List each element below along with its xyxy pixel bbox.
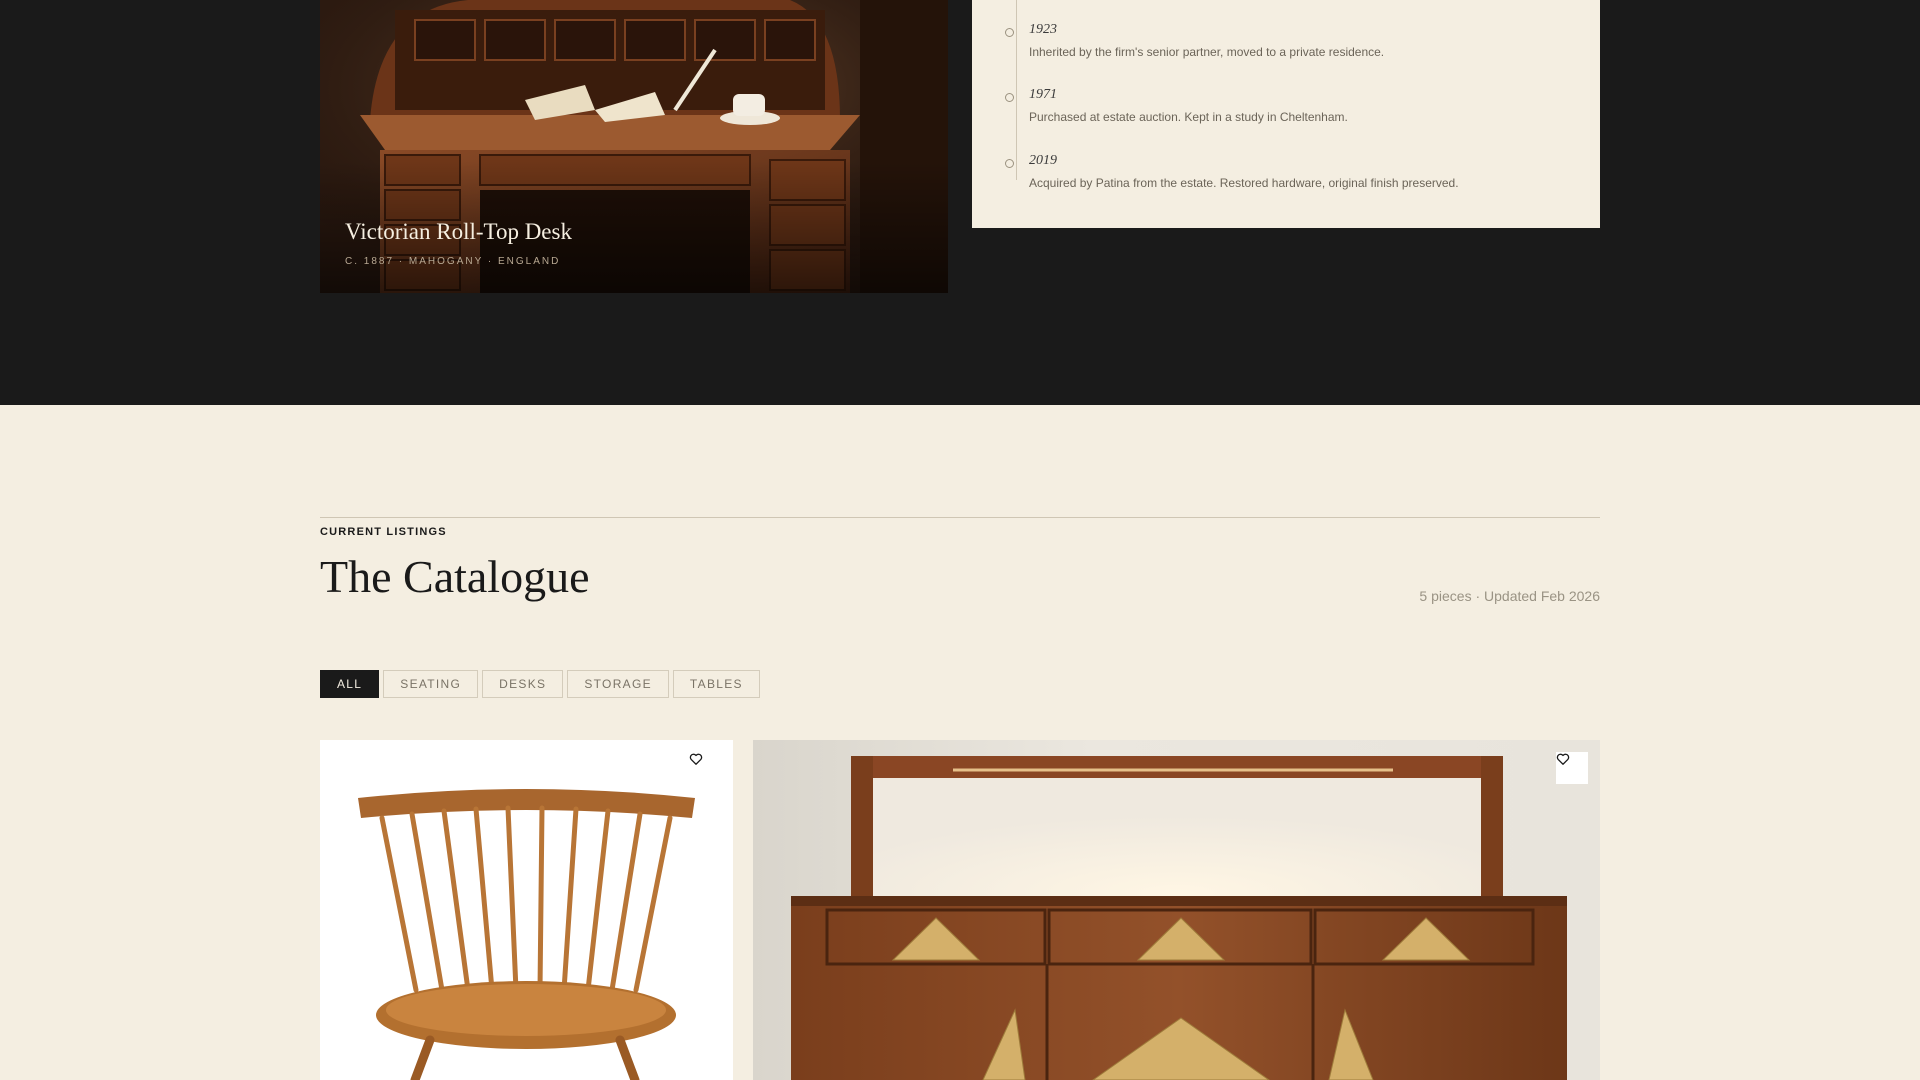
filter-desks[interactable]: DESKS [482, 670, 564, 698]
timeline-text: Inherited by the firm's senior partner, … [1029, 45, 1385, 59]
filter-storage[interactable]: STORAGE [567, 670, 669, 698]
roll-top-desk-image [320, 0, 948, 293]
heart-icon [1556, 753, 1570, 765]
timeline-dot [1005, 159, 1014, 168]
timeline-entry: 1971 Purchased at estate auction. Kept i… [1005, 87, 1348, 124]
feature-card[interactable]: Victorian Roll-Top Desk C. 1887 · MAHOGA… [320, 0, 948, 293]
section-eyebrow: CURRENT LISTINGS [320, 526, 447, 538]
timeline-year: 1971 [1029, 87, 1057, 102]
filter-all[interactable]: ALL [320, 670, 380, 698]
art-deco-cabinet-image [791, 756, 1567, 1080]
timeline-year: 2019 [1029, 153, 1057, 168]
feature-title: Victorian Roll-Top Desk [345, 219, 572, 244]
favorite-button[interactable] [689, 752, 721, 784]
timeline-text: Acquired by Patina from the estate. Rest… [1029, 176, 1459, 190]
product-card-chair[interactable] [320, 740, 733, 1080]
filter-tables[interactable]: TABLES [672, 670, 760, 698]
timeline-dot [1005, 93, 1014, 102]
feature-band [0, 0, 1920, 405]
timeline-dot [1005, 28, 1014, 37]
timeline-line [1016, 0, 1017, 180]
timeline-entry: 1923 Inherited by the firm's senior part… [1005, 22, 1385, 59]
product-card-cabinet[interactable] [753, 740, 1600, 1080]
section-divider [320, 517, 1600, 518]
heart-icon [689, 753, 703, 765]
timeline-year: 1923 [1029, 22, 1057, 37]
filter-seating[interactable]: SEATING [383, 670, 479, 698]
provenance-timeline: 1923 Inherited by the firm's senior part… [972, 0, 1600, 228]
timeline-text: Purchased at estate auction. Kept in a s… [1029, 110, 1348, 124]
catalogue-meta: 5 pieces · Updated Feb 2026 [1419, 588, 1600, 604]
category-filters: ALL SEATING DESKS STORAGE TABLES [320, 670, 760, 698]
feature-meta: C. 1887 · MAHOGANY · ENGLAND [345, 256, 561, 267]
section-title: The Catalogue [320, 551, 590, 602]
windsor-chair-image [358, 789, 695, 1080]
timeline-entry: 2019 Acquired by Patina from the estate.… [1005, 153, 1459, 190]
favorite-button[interactable] [1556, 752, 1588, 784]
